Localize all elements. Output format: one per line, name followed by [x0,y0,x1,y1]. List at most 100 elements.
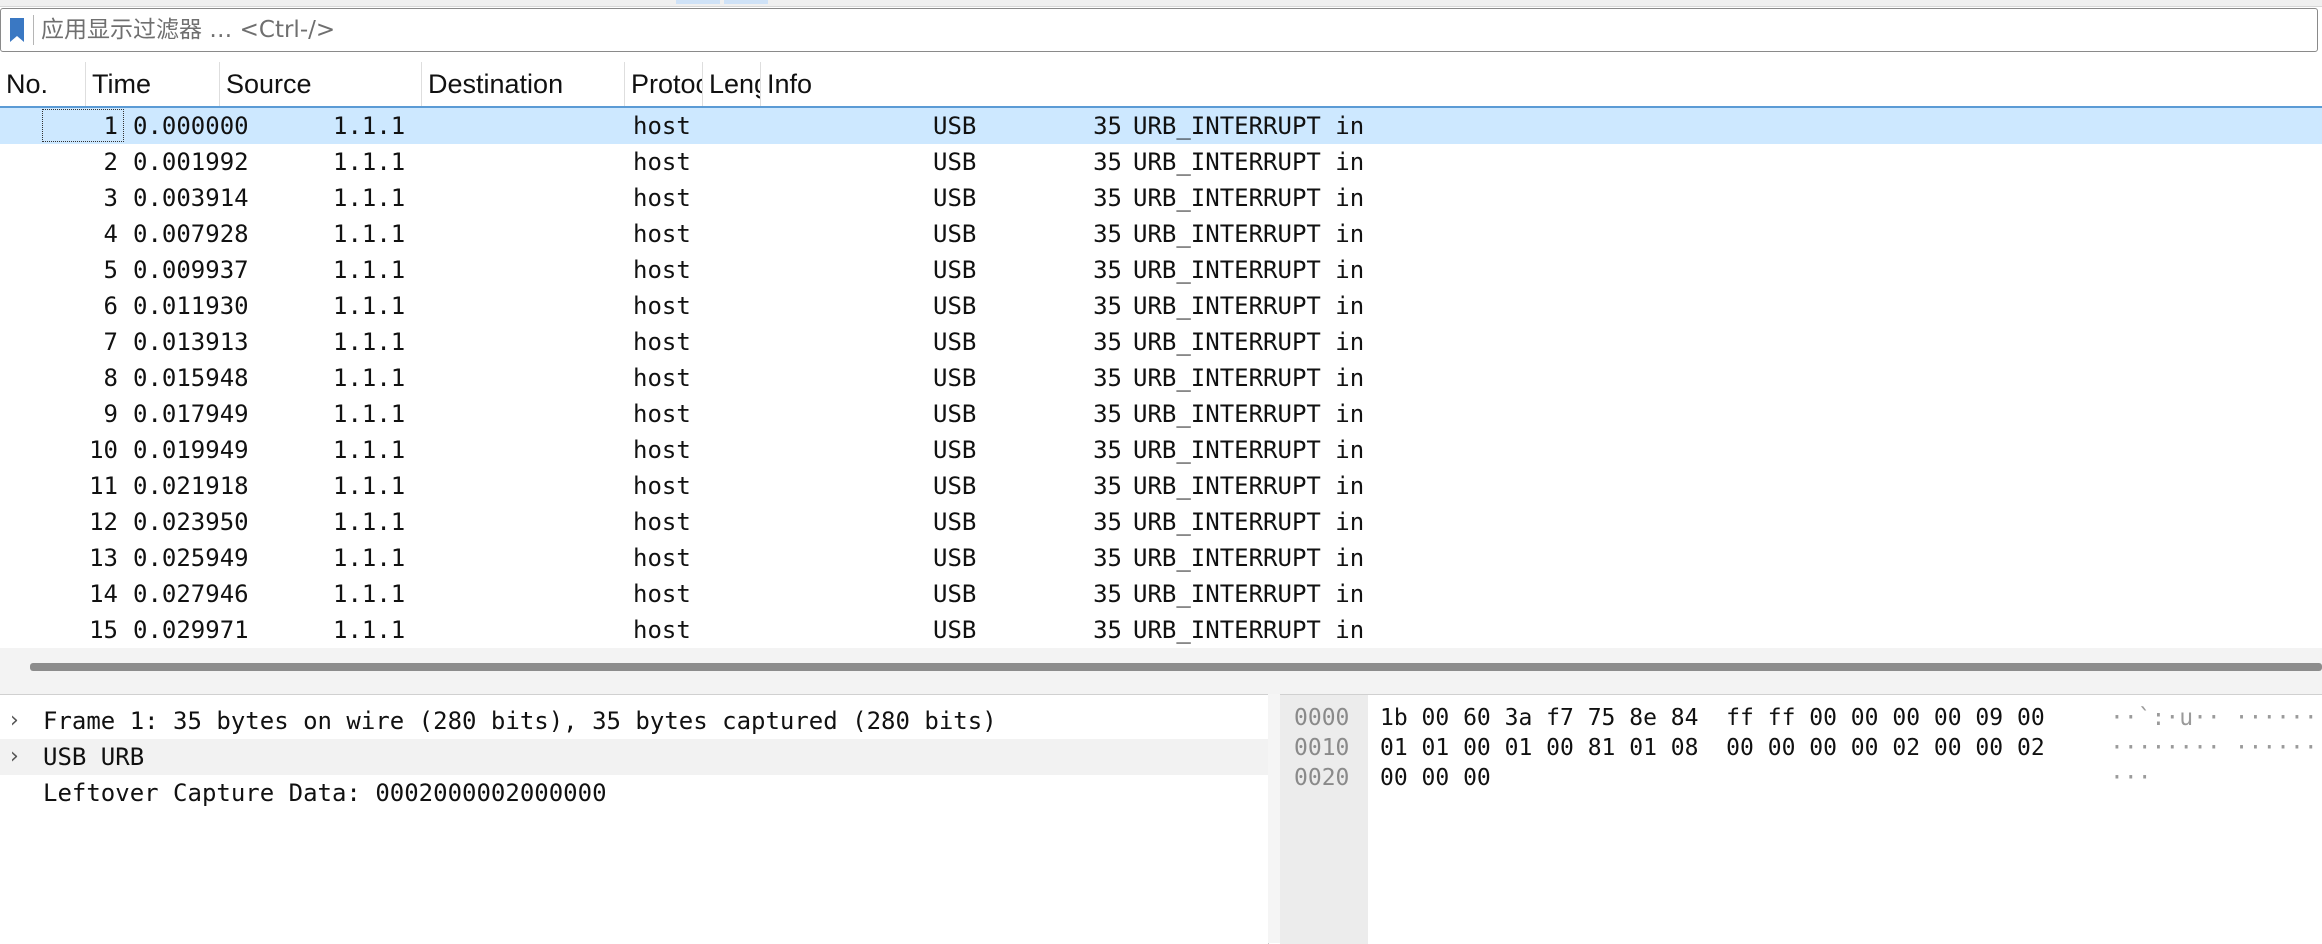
packet-info: URB_INTERRUPT in [1133,508,1365,536]
packet-no: 1 [103,112,118,140]
bytes-hex[interactable]: 01 01 00 01 00 81 01 08 00 00 00 00 02 0… [1380,733,2045,763]
packet-length: 35 [1093,616,1122,644]
chevron-right-icon[interactable]: › [10,703,19,739]
packet-protocol: USB [933,148,977,176]
pane-divider[interactable] [0,648,2322,694]
packet-protocol: USB [933,580,977,608]
packet-info: URB_INTERRUPT in [1133,580,1365,608]
packet-row[interactable]: 4 0.007928 1.1.1 host USB URB_INTERRUPT in 35 [0,216,2322,252]
packet-info: URB_INTERRUPT in [1133,616,1365,644]
packet-info: URB_INTERRUPT in [1133,256,1365,284]
packet-time: 0.019949 [133,436,249,464]
packet-protocol: USB [933,544,977,572]
packet-no: 3 [103,184,118,212]
packet-row[interactable]: 14 0.027946 1.1.1 host USB URB_INTERRUPT in 35 [0,576,2322,612]
packet-list-header: No. Time Source Destination Protoco Leng… [0,62,2322,108]
column-header-protocol[interactable]: Protoco [625,62,703,106]
packet-info: URB_INTERRUPT in [1133,148,1365,176]
packet-destination: host [633,472,691,500]
packet-length: 35 [1093,544,1122,572]
column-header-length[interactable]: Lengt [703,62,761,106]
packet-no: 12 [89,508,118,536]
packet-no: 6 [103,292,118,320]
packet-source: 1.1.1 [333,364,406,392]
packet-protocol: USB [933,508,977,536]
packet-length: 35 [1093,256,1122,284]
packet-row[interactable]: 5 0.009937 1.1.1 host USB URB_INTERRUPT in 35 [0,252,2322,288]
detail-tree-item[interactable]: › Frame 1: 35 bytes on wire (280 bits), 3… [0,703,1268,739]
column-header-no[interactable]: No. [0,62,86,106]
packet-info: URB_INTERRUPT in [1133,292,1365,320]
packet-no: 7 [103,328,118,356]
packet-list: 1 0.000000 1.1.1 host USB URB_INTERRUPT in 35 2… [0,108,2322,648]
packet-row[interactable]: 10 0.019949 1.1.1 host USB URB_INTERRUPT in 35 [0,432,2322,468]
packet-info: URB_INTERRUPT in [1133,472,1365,500]
packet-destination: host [633,436,691,464]
packet-no: 8 [103,364,118,392]
packet-info: URB_INTERRUPT in [1133,544,1365,572]
packet-length: 35 [1093,112,1122,140]
filter-separator [33,15,34,45]
packet-time: 0.023950 [133,508,249,536]
detail-tree-item[interactable]: › USB URB [0,739,1268,775]
packet-time: 0.027946 [133,580,249,608]
toolbar-button-fragment[interactable] [724,0,768,4]
packet-no: 2 [103,148,118,176]
column-header-time[interactable]: Time [86,62,220,106]
bytes-hex[interactable]: 00 00 00 [1380,763,1491,793]
packet-time: 0.015948 [133,364,249,392]
packet-info: URB_INTERRUPT in [1133,220,1365,248]
bytes-ascii[interactable]: ··· [2110,763,2152,793]
packet-destination: host [633,328,691,356]
packet-source: 1.1.1 [333,544,406,572]
column-header-source[interactable]: Source [220,62,422,106]
packet-protocol: USB [933,364,977,392]
packet-row[interactable]: 2 0.001992 1.1.1 host USB URB_INTERRUPT in 35 [0,144,2322,180]
packet-row[interactable]: 1 0.000000 1.1.1 host USB URB_INTERRUPT in 35 [0,108,2322,144]
pane-splitter[interactable] [1268,694,1280,943]
packet-source: 1.1.1 [333,220,406,248]
bookmark-icon[interactable] [9,17,25,43]
detail-text: USB URB [43,743,145,771]
packet-row[interactable]: 13 0.025949 1.1.1 host USB URB_INTERRUPT in 35 [0,540,2322,576]
packet-protocol: USB [933,472,977,500]
packet-info: URB_INTERRUPT in [1133,400,1365,428]
bytes-ascii[interactable]: ··`:·u·· ········ [2110,703,2322,733]
column-header-destination[interactable]: Destination [422,62,625,106]
packet-info: URB_INTERRUPT in [1133,184,1365,212]
packet-destination: host [633,544,691,572]
packet-protocol: USB [933,436,977,464]
packet-length: 35 [1093,184,1122,212]
column-header-info[interactable]: Info [761,62,2322,106]
packet-destination: host [633,400,691,428]
packet-row[interactable]: 7 0.013913 1.1.1 host USB URB_INTERRUPT in 35 [0,324,2322,360]
packet-time: 0.001992 [133,148,249,176]
bytes-hex[interactable]: 1b 00 60 3a f7 75 8e 84 ff ff 00 00 00 0… [1380,703,2045,733]
display-filter-bar [0,8,2318,52]
toolbar-strip [0,0,2322,7]
packet-length: 35 [1093,472,1122,500]
packet-time: 0.029971 [133,616,249,644]
packet-row[interactable]: 9 0.017949 1.1.1 host USB URB_INTERRUPT in 35 [0,396,2322,432]
packet-time: 0.011930 [133,292,249,320]
packet-length: 35 [1093,220,1122,248]
packet-time: 0.017949 [133,400,249,428]
packet-info: URB_INTERRUPT in [1133,436,1365,464]
chevron-right-icon[interactable]: › [10,739,19,775]
packet-row[interactable]: 6 0.011930 1.1.1 host USB URB_INTERRUPT in 35 [0,288,2322,324]
packet-row[interactable]: 15 0.029971 1.1.1 host USB URB_INTERRUPT in 35 [0,612,2322,648]
bytes-ascii[interactable]: ········ ········ [2110,733,2322,763]
packet-row[interactable]: 12 0.023950 1.1.1 host USB URB_INTERRUPT in 35 [0,504,2322,540]
packet-time: 0.021918 [133,472,249,500]
packet-list-horizontal-scrollbar[interactable] [30,663,2322,671]
detail-tree-item[interactable]: Leftover Capture Data: 0002000002000000 [0,775,1268,811]
packet-row[interactable]: 3 0.003914 1.1.1 host USB URB_INTERRUPT in 35 [0,180,2322,216]
display-filter-input[interactable] [41,13,2301,47]
packet-no: 5 [103,256,118,284]
packet-row[interactable]: 11 0.021918 1.1.1 host USB URB_INTERRUPT in 35 [0,468,2322,504]
packet-info: URB_INTERRUPT in [1133,112,1365,140]
packet-row[interactable]: 8 0.015948 1.1.1 host USB URB_INTERRUPT in 35 [0,360,2322,396]
packet-time: 0.000000 [133,112,249,140]
toolbar-button-fragment[interactable] [676,0,720,4]
packet-destination: host [633,364,691,392]
